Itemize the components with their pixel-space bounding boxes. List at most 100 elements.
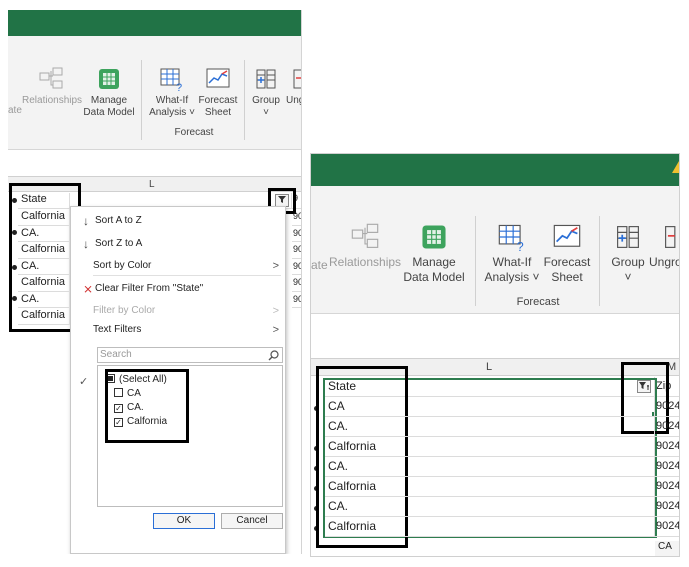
checkmark-icon: ✓ xyxy=(79,376,89,388)
ribbon-separator xyxy=(475,216,476,306)
state-cell[interactable]: Calfornia xyxy=(325,517,655,537)
zip-cell[interactable]: 9024 xyxy=(655,477,679,497)
text-filters-label: Text Filters xyxy=(93,324,142,335)
relationships-icon xyxy=(351,223,379,248)
zip-cell[interactable]: 9024 xyxy=(655,497,679,517)
text-filters-item[interactable]: Text Filters > xyxy=(71,320,285,340)
state-cell[interactable]: CA xyxy=(325,397,655,417)
state-cell[interactable]: CA. xyxy=(18,225,70,242)
forecast-sheet-button[interactable]: Forecast Sheet xyxy=(541,222,593,285)
state-cell[interactable]: Calfornia xyxy=(325,477,655,497)
svg-text:?: ? xyxy=(176,82,182,92)
zip-partial-cell[interactable]: 90 xyxy=(292,275,301,292)
left-excel-window: ate Relationships Manage Data Model ? Wh… xyxy=(8,10,302,554)
group-caret: ˅ xyxy=(263,107,269,118)
clear-filter-item[interactable]: ⨯ Clear Filter From "State" xyxy=(71,279,285,299)
state-cell[interactable]: Calfornia xyxy=(18,242,70,259)
zip-partial-cell[interactable]: 90 xyxy=(292,259,301,275)
state-cell[interactable]: CA. xyxy=(325,417,655,437)
forecast-label-1: Forecast xyxy=(198,95,238,106)
right-excel-window: ate Relationships Manage Data Model ? Wh… xyxy=(310,153,680,557)
relationships-button[interactable]: Relationships xyxy=(329,222,401,270)
what-if-icon: ? xyxy=(160,68,182,92)
manage-label-2: Data Model xyxy=(403,270,465,284)
group-label: Group xyxy=(611,255,645,269)
group-label: Group xyxy=(252,95,280,106)
svg-text:?: ? xyxy=(517,240,524,252)
ribbon-data-tab: ate Relationships Manage Data Model ? Wh… xyxy=(8,36,301,150)
ungroup-label: Ungro xyxy=(649,255,680,269)
group-icon xyxy=(617,226,639,248)
whatif-label-1: What-If xyxy=(492,255,532,269)
group-button[interactable]: Group ˅ xyxy=(248,66,284,119)
chevron-right-icon: > xyxy=(272,324,279,336)
state-cell[interactable]: Calfornia xyxy=(325,437,655,457)
ungroup-icon xyxy=(293,69,301,89)
title-bar xyxy=(311,154,679,186)
sort-descending-icon: ↓ xyxy=(83,237,89,251)
clear-filter-label: Clear Filter From "State" xyxy=(95,283,204,294)
sort-z-to-a-item[interactable]: ↓ Sort Z to A xyxy=(71,234,285,254)
state-cell[interactable]: CA. xyxy=(18,258,70,275)
group-button[interactable]: Group ˅ xyxy=(605,222,651,285)
zip-partial-cell[interactable]: 90 xyxy=(292,226,301,242)
data-model-icon xyxy=(99,69,119,89)
title-bar xyxy=(8,10,301,36)
clear-filter-icon: ⨯ xyxy=(83,282,94,296)
ribbon-data-tab: ate Relationships Manage Data Model ? Wh… xyxy=(311,186,679,314)
ungroup-button[interactable]: Ungro xyxy=(286,66,301,107)
relationships-label: Relationships xyxy=(22,95,83,106)
filter-by-color-item[interactable]: Filter by Color > xyxy=(71,301,285,321)
whatif-label-1: What-If xyxy=(155,95,189,106)
ribbon-separator xyxy=(141,60,142,140)
chevron-right-icon: > xyxy=(272,305,279,317)
forecast-label-2: Sheet xyxy=(551,270,583,284)
manage-data-model-button[interactable]: Manage Data Model xyxy=(82,66,136,119)
formula-bar-area xyxy=(8,150,301,176)
relationships-icon xyxy=(39,67,63,89)
state-cell[interactable]: CA. xyxy=(325,457,655,477)
sort-z-to-a-label: Sort Z to A xyxy=(95,238,143,249)
manage-data-model-button[interactable]: Manage Data Model xyxy=(401,222,467,285)
group-caret: ˅ xyxy=(624,270,632,284)
relationships-button[interactable]: Relationships xyxy=(22,66,83,107)
search-icon xyxy=(268,350,279,361)
zip-partial-cell[interactable]: 90 xyxy=(292,242,301,259)
forecast-sheet-button[interactable]: Forecast Sheet xyxy=(196,66,240,119)
group-icon xyxy=(256,69,276,89)
zip-cell[interactable]: 9024 xyxy=(655,517,679,537)
zip-cell[interactable]: 9024 xyxy=(655,417,679,437)
state-cell[interactable]: Calfornia xyxy=(18,308,70,325)
state-cell[interactable]: Calfornia xyxy=(18,275,70,292)
sort-a-to-z-item[interactable]: ↓ Sort A to Z xyxy=(71,211,285,231)
state-cell[interactable]: CA. xyxy=(18,291,70,308)
what-if-analysis-button[interactable]: ? What-If Analysis ˅ xyxy=(483,222,541,285)
sort-by-color-label: Sort by Color xyxy=(93,260,152,271)
bottom-partial-cell[interactable]: CA xyxy=(655,541,679,556)
zip-partial-cell[interactable]: 90 xyxy=(292,209,301,226)
filter-search-input[interactable]: Search xyxy=(97,347,283,363)
zip-partial-cell[interactable]: 90 xyxy=(292,292,301,308)
cancel-button[interactable]: Cancel xyxy=(221,513,283,529)
ok-button[interactable]: OK xyxy=(153,513,215,529)
chevron-right-icon: > xyxy=(272,260,279,272)
what-if-analysis-button[interactable]: ? What-If Analysis ˅ xyxy=(148,66,196,119)
forecast-sheet-icon xyxy=(553,224,581,247)
state-cell[interactable]: Calfornia xyxy=(18,209,70,226)
manage-label-2: Data Model xyxy=(83,107,135,118)
ungroup-button[interactable]: Ungro xyxy=(649,222,680,270)
sort-a-to-z-label: Sort A to Z xyxy=(95,215,142,226)
warning-icon xyxy=(672,161,679,173)
zip-cell[interactable]: 9024 xyxy=(655,437,679,457)
ribbon-separator xyxy=(244,60,245,140)
forecast-group-label: Forecast xyxy=(516,296,560,308)
manage-label-1: Manage xyxy=(412,255,456,269)
forecast-label-2: Sheet xyxy=(204,107,232,118)
sort-by-color-item[interactable]: Sort by Color > xyxy=(71,256,285,276)
zip-cell[interactable]: 9024 xyxy=(655,457,679,477)
whatif-label-2: Analysis ˅ xyxy=(149,107,195,118)
what-if-icon: ? xyxy=(498,224,524,252)
zip-cell[interactable]: 9024 xyxy=(655,397,679,417)
state-cell[interactable]: CA. xyxy=(325,497,655,517)
relationships-prefix: ate xyxy=(8,105,22,116)
